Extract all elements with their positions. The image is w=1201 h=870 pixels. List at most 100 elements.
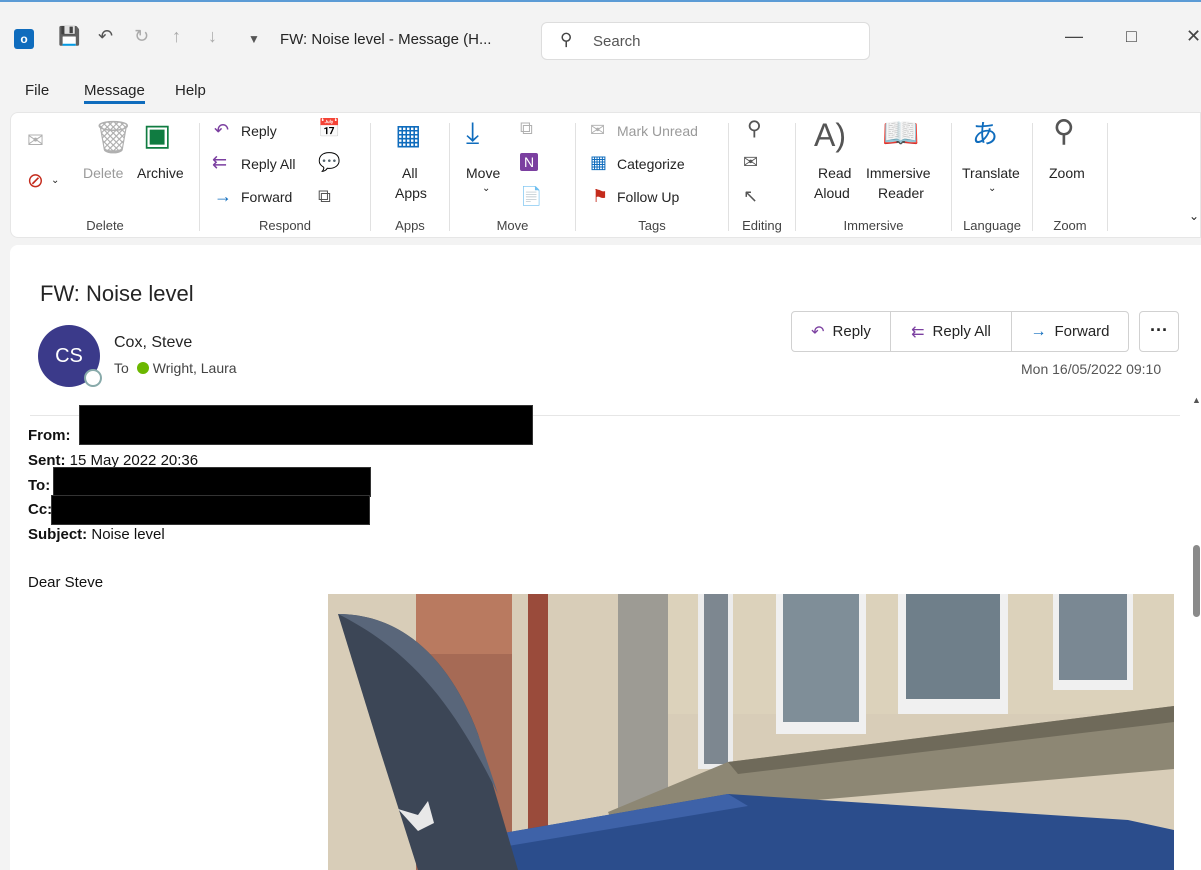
- respond-group: ↶ Reply ⇇ Reply All → Forward 📅 💬 ⧉ Resp…: [200, 113, 370, 239]
- ribbon: ✉ ⊘ ⌄ 🗑 Delete ▣ Archive Delete ↶ Reply …: [10, 112, 1201, 238]
- scroll-thumb[interactable]: [1193, 545, 1200, 617]
- message-actions: ↶ Reply ⇇ Reply All → Forward: [791, 311, 1129, 352]
- redacted-to: [53, 467, 371, 497]
- find-icon[interactable]: ⚲: [747, 119, 762, 139]
- menu-file[interactable]: File: [25, 82, 49, 99]
- archive-icon[interactable]: ▣: [143, 121, 171, 151]
- presence-icon: [84, 369, 102, 387]
- tags-group-label: Tags: [638, 218, 666, 233]
- window-title: FW: Noise level - Message (H...: [280, 31, 492, 48]
- related-icon[interactable]: ✉: [743, 153, 758, 171]
- maximize-icon[interactable]: □: [1126, 26, 1137, 47]
- language-group-label: Language: [963, 218, 1021, 233]
- select-icon[interactable]: ↖: [743, 187, 758, 205]
- categorize-icon: ▦: [590, 152, 608, 172]
- previous-item-icon[interactable]: ↑: [172, 26, 181, 47]
- search-input[interactable]: ⚲ Search: [541, 22, 870, 60]
- save-icon[interactable]: 💾: [58, 26, 80, 47]
- categorize-button[interactable]: Categorize: [617, 156, 685, 172]
- ribbon-expand-icon[interactable]: ⌄: [1189, 209, 1199, 223]
- search-placeholder: Search: [593, 33, 641, 50]
- immersive-group-label: Immersive: [843, 218, 904, 233]
- zoom-icon[interactable]: ⚲: [1053, 117, 1075, 147]
- sender-name[interactable]: Cox, Steve: [114, 334, 192, 352]
- im-reply-icon[interactable]: 💬: [318, 153, 340, 171]
- immersive-group: A) Read Aloud 📖 Immersive Reader Immersi…: [796, 113, 951, 239]
- reply-button[interactable]: ↶ Reply: [792, 312, 891, 351]
- ribbon-reply-all-button[interactable]: Reply All: [241, 156, 295, 172]
- mark-unread-button[interactable]: Mark Unread: [617, 123, 698, 139]
- photo-illustration: [328, 594, 1174, 870]
- rules-icon[interactable]: ⧉: [520, 119, 533, 137]
- close-icon[interactable]: ✕: [1186, 26, 1201, 47]
- onenote-icon[interactable]: N: [520, 153, 539, 171]
- all-apps-line2[interactable]: Apps: [395, 185, 427, 201]
- available-status-icon: [136, 362, 149, 374]
- more-respond-icon[interactable]: ⧉: [318, 187, 331, 205]
- move-icon[interactable]: ⤓: [466, 119, 479, 149]
- customize-toolbar-icon[interactable]: ▼: [248, 32, 260, 46]
- block-sender-icon[interactable]: ⊘: [27, 171, 44, 191]
- immersive-reader-line2[interactable]: Reader: [878, 185, 924, 201]
- to-prefix: To: [114, 360, 129, 376]
- redacted-cc: [51, 495, 370, 525]
- ribbon-forward-button[interactable]: Forward: [241, 189, 292, 205]
- mark-unread-icon: ✉: [590, 120, 606, 140]
- redo-icon[interactable]: ↻: [134, 26, 149, 47]
- meeting-reply-icon[interactable]: 📅: [318, 119, 340, 137]
- translate-icon[interactable]: あ: [972, 121, 998, 147]
- forward-icon: →: [1030, 322, 1047, 340]
- message-date: Mon 16/05/2022 09:10: [1021, 361, 1162, 377]
- recipient-name[interactable]: Wright, Laura: [153, 360, 237, 376]
- archive-button[interactable]: Archive: [137, 165, 184, 181]
- move-group: ⤓ Move ⌄ ⧉ N 📄 Move: [450, 113, 575, 239]
- editing-group-label: Editing: [742, 218, 782, 233]
- immersive-reader-icon[interactable]: 📖: [882, 119, 919, 149]
- all-apps-icon[interactable]: ▦: [395, 121, 421, 149]
- apps-group-label: Apps: [395, 218, 425, 233]
- move-group-label: Move: [496, 218, 529, 233]
- outlook-logo-icon: o: [14, 29, 34, 49]
- delete-icon[interactable]: 🗑: [93, 121, 134, 153]
- greeting: Dear Steve: [28, 574, 104, 591]
- undo-icon[interactable]: ↶: [98, 26, 113, 47]
- fwd-cc-line: Cc:: [28, 501, 53, 518]
- menu-message[interactable]: Message: [84, 82, 145, 104]
- delete-button[interactable]: Delete: [83, 165, 123, 181]
- read-aloud-line1[interactable]: Read: [818, 165, 851, 181]
- respond-group-label: Respond: [258, 218, 312, 233]
- zoom-button[interactable]: Zoom: [1049, 165, 1085, 181]
- embedded-photo: [328, 594, 1174, 870]
- ribbon-reply-button[interactable]: Reply: [241, 123, 277, 139]
- fwd-to-line: To:: [28, 477, 51, 494]
- move-actions-icon[interactable]: 📄: [520, 187, 542, 205]
- more-actions-button[interactable]: ···: [1139, 311, 1179, 352]
- message-scrollbar[interactable]: ▲: [1192, 395, 1201, 870]
- next-item-icon[interactable]: ↓: [208, 26, 217, 47]
- minimize-icon[interactable]: —: [1065, 26, 1083, 47]
- tags-group: ✉ Mark Unread ▦ Categorize ⚑ Follow Up T…: [576, 113, 728, 239]
- reply-all-button[interactable]: ⇇ Reply All: [891, 312, 1012, 351]
- menu-help[interactable]: Help: [175, 82, 206, 99]
- translate-button[interactable]: Translate: [962, 165, 1020, 181]
- move-button[interactable]: Move: [466, 165, 500, 181]
- title-bar: o 💾 ↶ ↻ ↑ ↓ ▼ FW: Noise level - Message …: [0, 0, 1201, 78]
- reply-icon: ↶: [214, 120, 230, 140]
- message-subject: FW: Noise level: [40, 281, 194, 306]
- follow-up-button[interactable]: Follow Up: [617, 189, 679, 205]
- delete-group-label: Delete: [86, 218, 124, 233]
- forward-button[interactable]: → Forward: [1012, 312, 1128, 351]
- redacted-from: [79, 405, 533, 445]
- menu-bar: File Message Help: [0, 78, 1201, 108]
- ignore-icon[interactable]: ✉: [27, 131, 44, 151]
- apps-group: ▦ All Apps Apps: [371, 113, 449, 239]
- immersive-reader-line1[interactable]: Immersive: [866, 165, 931, 181]
- reading-pane: FW: Noise level CS Cox, Steve To Wright, …: [10, 245, 1201, 870]
- reply-all-icon: ⇇: [212, 152, 228, 172]
- scroll-up-icon[interactable]: ▲: [1192, 395, 1201, 405]
- read-aloud-line2[interactable]: Aloud: [814, 185, 850, 201]
- reply-icon: ↶: [811, 323, 825, 341]
- zoom-group: ⚲ Zoom Zoom: [1033, 113, 1107, 239]
- read-aloud-icon[interactable]: A): [814, 119, 846, 151]
- all-apps-line1[interactable]: All: [402, 165, 418, 181]
